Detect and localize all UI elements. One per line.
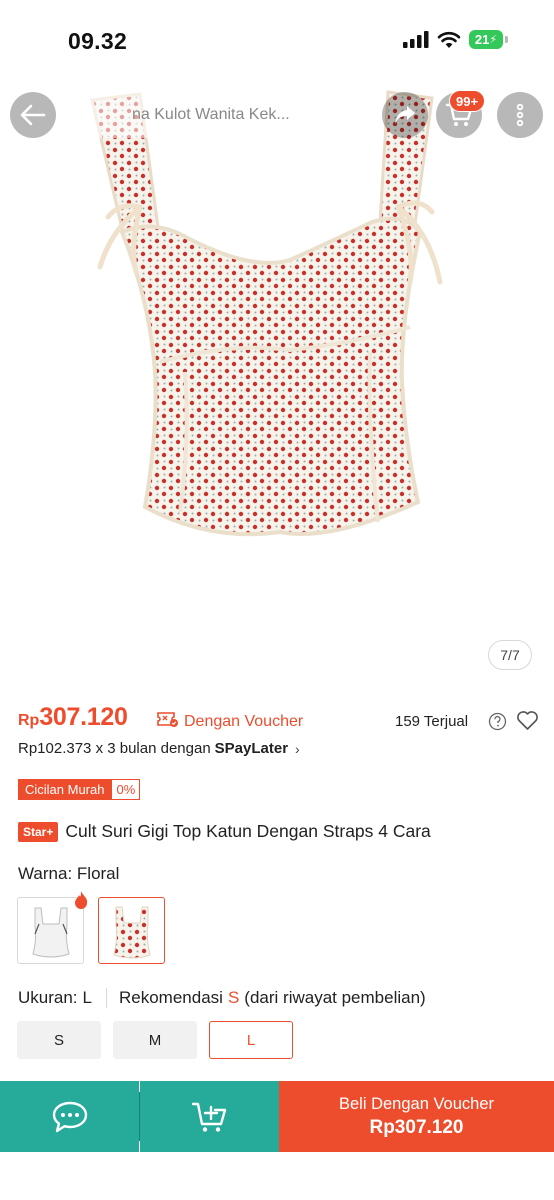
size-options: S M L [17,1021,293,1059]
buy-button-label: Beli Dengan Voucher [338,1094,495,1113]
price-amount: 307.120 [39,703,128,731]
more-vertical-icon [516,103,524,127]
status-time: 09.32 [68,28,128,54]
variation-value: Floral [76,864,120,883]
swatch-white[interactable] [17,891,88,964]
status-icons: 21 ⚡ [403,30,508,49]
search-text: na Kulot Wanita Kek... [132,106,290,123]
size-recommend-value: S [227,988,240,1007]
chevron-right-icon: › [295,740,300,757]
size-recommend-suffix: (dari riwayat pembelian) [244,988,426,1007]
price-currency: Rp [18,712,40,729]
voucher-label[interactable]: Dengan Voucher [184,713,303,731]
product-gallery[interactable]: 7/7 [0,82,554,680]
product-image[interactable] [0,82,554,602]
swatch-white-image [31,907,70,957]
add-to-cart-icon [191,1102,226,1132]
buy-with-voucher-button[interactable]: Beli Dengan Voucher Rp307.120 [279,1081,554,1152]
chat-button[interactable] [0,1081,139,1152]
battery-level: 21 [474,32,490,47]
share-button[interactable] [382,92,428,138]
installment-badge: Cicilan Murah 0% [18,779,141,800]
buy-button-price: Rp307.120 [369,1116,464,1138]
size-option-s[interactable]: S [17,1021,101,1059]
back-button[interactable] [10,92,56,138]
swatch-floral[interactable] [98,897,165,964]
divider [106,988,107,1008]
variation-swatches [17,891,165,964]
battery-icon: 21 ⚡ [469,30,508,49]
voucher-icon [157,712,178,727]
paylater-brand: SPayLater [214,740,289,757]
paylater-text: Rp102.373 x 3 bulan dengan [18,740,211,757]
size-option-m[interactable]: M [113,1021,197,1059]
product-title: Cult Suri Gigi Top Katun Dengan Straps 4… [65,821,431,841]
swatch-floral-image [112,906,151,958]
signal-icon [403,31,429,48]
size-recommend-prefix: Rekomendasi [119,988,223,1007]
size-option-l[interactable]: L [209,1021,293,1059]
size-label: Ukuran: [18,988,78,1007]
chat-icon [52,1101,87,1132]
variation-heading: Warna: Floral [18,864,119,884]
installment-percent: 0% [111,779,141,800]
fire-icon [75,891,88,909]
status-bar: 09.32 21 ⚡ [0,0,554,82]
variation-label: Warna: [18,864,73,883]
installment-label: Cicilan Murah [18,779,112,800]
image-counter: 7/7 [488,640,532,670]
bottom-action-bar: Beli Dengan Voucher Rp307.120 [0,1081,554,1152]
size-value: L [82,988,92,1007]
add-to-cart-button[interactable] [140,1081,279,1152]
heart-icon[interactable] [516,710,539,731]
help-icon[interactable] [488,712,507,731]
product-price: Rp 307.120 [18,703,128,732]
wifi-icon [437,31,461,48]
cart-badge: 99+ [449,90,486,112]
star-plus-badge: Star+ [18,821,59,842]
price-row: Rp 307.120 Dengan Voucher 159 Terjual [18,703,538,737]
more-button[interactable] [497,92,543,138]
search-bar[interactable]: na Kulot Wanita Kek... [72,92,362,138]
arrow-left-icon [20,104,46,126]
share-icon [395,106,415,124]
size-heading: Ukuran: L Rekomendasi S (dari riwayat pe… [18,988,426,1008]
product-title-row: Star+ Cult Suri Gigi Top Katun Dengan St… [18,821,538,842]
paylater-row[interactable]: Rp102.373 x 3 bulan dengan SPayLater › [18,740,300,757]
home-indicator-area [0,1152,554,1200]
sold-count: 159 Terjual [395,713,469,730]
